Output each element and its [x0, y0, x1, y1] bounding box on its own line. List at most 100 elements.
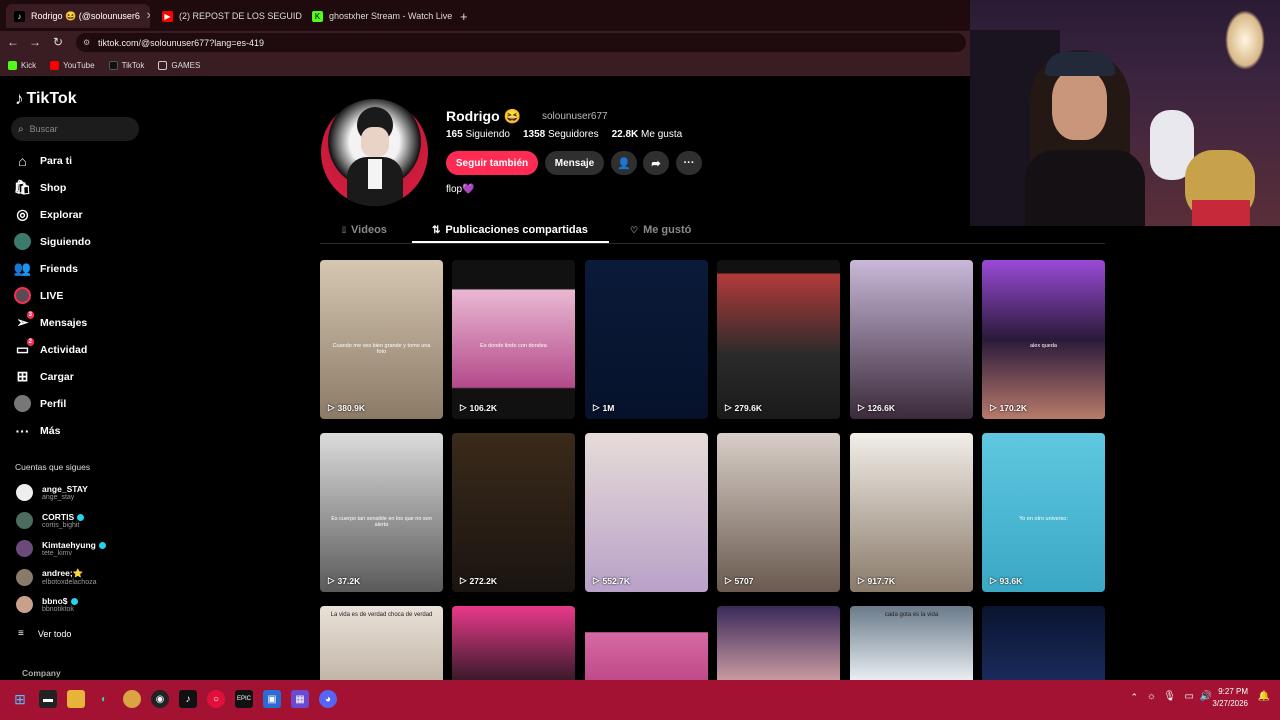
address-bar[interactable]: ⚙ tiktok.com/@solounuser677?lang=es-419 — [76, 33, 966, 52]
video-card[interactable] — [717, 606, 840, 680]
new-tab-button[interactable]: + — [452, 4, 472, 28]
app-icon[interactable]: ○ — [207, 690, 225, 708]
video-card[interactable]: ▷ 1M — [585, 260, 708, 419]
video-card[interactable]: ▷ 272.2K — [452, 433, 575, 592]
video-caption: La vida es de verdad choca de verdad — [330, 612, 433, 618]
chevron-up-icon[interactable]: ⌃ — [1130, 692, 1138, 703]
app-icon[interactable]: ▦ — [291, 690, 309, 708]
obs-icon[interactable]: ◉ — [151, 690, 169, 708]
browser-tab[interactable]: ▶ (2) REPOST DE LOS SEGUIDOR ✕ — [154, 4, 302, 28]
app-icon[interactable]: ▣ — [263, 690, 281, 708]
following-item[interactable]: andree;⭐ elbotoxdelachoza — [16, 568, 97, 586]
video-card[interactable]: Yo en otro universo: ▷ 93.6K — [982, 433, 1105, 592]
windows-start-icon[interactable]: ⊞ — [11, 690, 29, 708]
play-icon: ▷ — [858, 575, 865, 585]
browser-tab-title: ghostxher Stream - Watch Live — [329, 11, 452, 21]
bookmark-tiktok[interactable]: TikTok — [108, 60, 144, 70]
share-icon[interactable]: ➦ — [643, 151, 669, 175]
video-card[interactable]: cada gota es la vida — [850, 606, 973, 680]
following-item[interactable]: ange_STAY ange_stay — [16, 484, 88, 501]
sidebar-item-siguiendo[interactable]: Siguiendo — [14, 233, 91, 250]
following-handle: ange_stay — [42, 494, 75, 501]
forward-icon[interactable]: → — [27, 35, 43, 49]
bookmark-kick[interactable]: Kick — [8, 60, 36, 70]
search-input[interactable]: ⌕ Buscar — [11, 117, 139, 141]
browser-tab[interactable]: K ghostxher Stream - Watch Live ✕ — [304, 4, 452, 28]
sidebar-item-shop[interactable]: 🛍 Shop — [14, 179, 67, 196]
sidebar-item-cargar[interactable]: ⊞ Cargar — [14, 368, 74, 385]
messages-badge: 3 — [26, 311, 34, 319]
following-item[interactable]: CORTIS cortis_bighit — [16, 512, 85, 529]
chrome-icon[interactable] — [123, 690, 141, 708]
sidebar-item-para-ti[interactable]: ⌂ Para ti — [14, 152, 72, 169]
video-card[interactable]: ▷ 126.6K — [850, 260, 973, 419]
following-item[interactable]: bbno$ bbnotiktok — [16, 596, 78, 613]
sidebar-item-perfil[interactable]: Perfil — [14, 395, 66, 412]
message-button[interactable]: Mensaje — [545, 151, 604, 175]
tiktok-app-icon[interactable]: ♪ — [179, 690, 197, 708]
tab-label: Publicaciones compartidas — [445, 224, 588, 236]
discord-icon[interactable]: ◕ — [319, 690, 337, 708]
notification-icon[interactable]: 🔔 — [1258, 691, 1270, 702]
add-friend-icon[interactable]: 👤 — [611, 151, 637, 175]
video-caption: alex queda — [1030, 342, 1057, 349]
video-card[interactable]: ▷ 552.7K — [585, 433, 708, 592]
brightness-icon[interactable]: ☼ — [1147, 691, 1156, 702]
following-item[interactable]: Kimtaehyung tete_kimv — [16, 540, 106, 557]
likes-label: Me gusta — [641, 129, 683, 140]
video-card[interactable]: Cuando me ves bien grande y tomo una fot… — [320, 260, 443, 419]
see-all-button[interactable]: ≡ Ver todo — [16, 628, 71, 639]
tab-label: Me gustó — [643, 224, 692, 236]
video-card[interactable]: La vida es de verdad choca de verdad — [320, 606, 443, 680]
view-count-value: 170.2K — [999, 402, 1027, 413]
follow-back-button[interactable]: Seguir también — [446, 151, 538, 175]
reload-icon[interactable]: ↻ — [50, 35, 66, 49]
followers-stat[interactable]: 1358 Seguidores — [523, 129, 599, 140]
video-card[interactable]: Es cuerpo tan sensible en los que no son… — [320, 433, 443, 592]
view-count: ▷ 380.9K — [328, 402, 365, 413]
tab-videos[interactable]: ⦙⦙ Videos — [342, 224, 387, 236]
volume-icon[interactable]: 🔊 — [1200, 691, 1212, 702]
display-icon[interactable]: ▭ — [1185, 691, 1194, 702]
youtube-favicon-icon: ▶ — [162, 10, 173, 22]
video-card[interactable]: ▷ 917.7K — [850, 433, 973, 592]
sidebar-item-friends[interactable]: 👥 Friends — [14, 260, 78, 277]
file-explorer-icon[interactable] — [67, 690, 85, 708]
browser-toolbar: ← → ↻ ⚙ tiktok.com/@solounuser677?lang=e… — [0, 31, 970, 54]
video-card[interactable]: ▷ 5707 — [717, 433, 840, 592]
sidebar-item-actividad[interactable]: ▭ 2 Actividad — [14, 338, 87, 358]
tiktok-logo[interactable]: ♪ TikTok — [15, 89, 77, 109]
more-options-icon[interactable]: ··· — [676, 151, 702, 175]
bookmark-games[interactable]: GAMES — [158, 60, 200, 70]
company-link[interactable]: Company — [22, 668, 61, 678]
sidebar-item-explorar[interactable]: ◎ Explorar — [14, 206, 82, 223]
tab-liked[interactable]: ♡ Me gustó — [630, 224, 691, 236]
browser-tab-active[interactable]: ♪ Rodrigo 😆 (@solounuser6 ✕ — [6, 4, 150, 28]
bookmark-youtube[interactable]: YouTube — [50, 60, 95, 70]
tab-reposts[interactable]: ⇅ Publicaciones compartidas — [432, 224, 588, 236]
edge-icon[interactable]: ◐ — [95, 690, 113, 708]
video-card[interactable] — [982, 606, 1105, 680]
video-card[interactable]: ▷ 279.6K — [717, 260, 840, 419]
play-icon: ▷ — [328, 402, 335, 412]
following-handle: tete_kimv — [42, 550, 72, 557]
epic-games-icon[interactable]: EPIC — [235, 690, 253, 708]
sidebar-item-live[interactable]: LIVE — [14, 287, 63, 304]
video-card[interactable]: Es donde lindo con dondea ▷ 106.2K — [452, 260, 575, 419]
avatar — [16, 568, 33, 586]
url-text: tiktok.com/@solounuser677?lang=es-419 — [98, 37, 264, 48]
clock[interactable]: 9:27 PM 3/27/2026 — [1212, 686, 1248, 710]
video-card[interactable] — [585, 606, 708, 680]
following-stat[interactable]: 165 Siguiendo — [446, 129, 510, 140]
microphone-icon[interactable]: 🎙 — [1163, 691, 1176, 702]
view-count: ▷ 126.6K — [858, 402, 895, 413]
back-icon[interactable]: ← — [5, 35, 21, 49]
tab-close-icon[interactable]: ✕ — [140, 11, 150, 22]
app-icon[interactable]: ▬ — [39, 690, 57, 708]
sidebar-item-mensajes[interactable]: ➢ 3 Mensajes — [14, 311, 87, 331]
sidebar-item-mas[interactable]: ··· Más — [14, 422, 61, 439]
video-card[interactable] — [452, 606, 575, 680]
video-card[interactable]: alex queda ▷ 170.2K — [982, 260, 1105, 419]
clock-date: 3/27/2026 — [1212, 699, 1248, 708]
site-info-icon[interactable]: ⚙ — [83, 38, 90, 47]
